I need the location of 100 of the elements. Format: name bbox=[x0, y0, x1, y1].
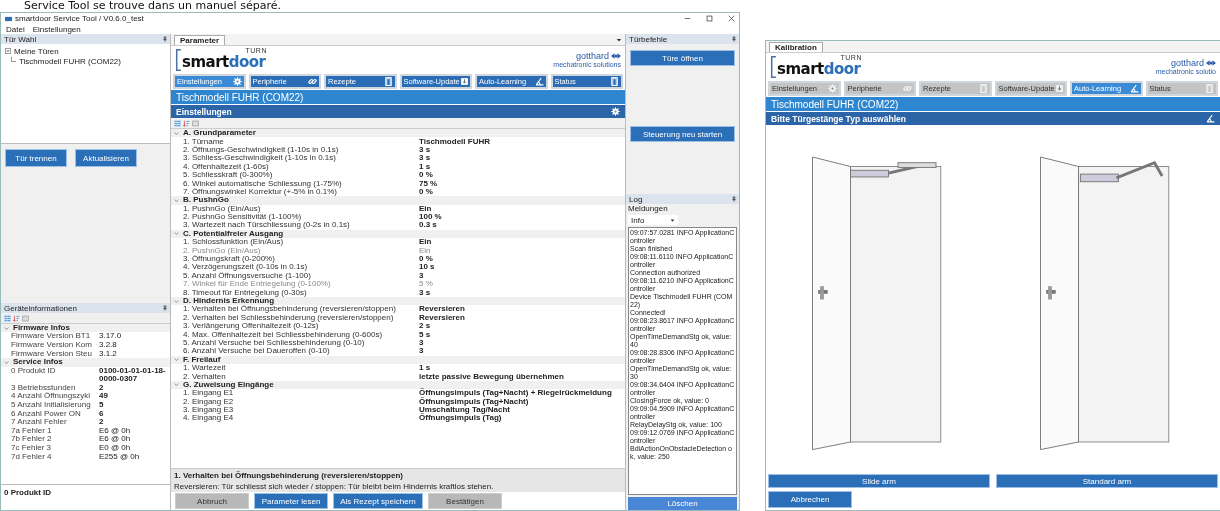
close-icon[interactable] bbox=[728, 15, 735, 22]
property-name: 1. Türname bbox=[183, 137, 224, 146]
pin-icon[interactable] bbox=[163, 36, 167, 42]
sort-icon[interactable] bbox=[183, 119, 190, 127]
property-name: 0 Produkt ID bbox=[11, 366, 57, 376]
property-value[interactable]: 1 s bbox=[419, 162, 431, 171]
document-tab[interactable]: Kalibration bbox=[769, 42, 823, 52]
option-button[interactable]: Standard arm bbox=[996, 474, 1218, 488]
sort-icon[interactable] bbox=[13, 314, 20, 322]
categorized-icon[interactable] bbox=[4, 314, 11, 322]
command-button[interactable]: Türe öffnen bbox=[630, 50, 735, 66]
property-name: 5. Anzahl Versuche bei Schliessbehinderung (0-10) bbox=[183, 338, 365, 347]
property-value[interactable]: 3 s bbox=[419, 145, 431, 154]
group-header: Service Infos bbox=[13, 358, 63, 367]
property-value[interactable]: 75 % bbox=[419, 179, 438, 188]
chevron-icon[interactable] bbox=[4, 325, 9, 331]
logo-bracket-icon bbox=[175, 47, 182, 72]
property-value[interactable]: 3 bbox=[419, 338, 424, 347]
angle-icon bbox=[534, 77, 544, 86]
door-icon bbox=[1205, 84, 1214, 93]
property-name: 7. Öffnungswinkel Korrektur (+-5% in 0.1%) bbox=[183, 187, 337, 196]
property-value[interactable]: Reversieren bbox=[419, 305, 465, 314]
property-name: 5. Anzahl Öffnungsversuche (1-100) bbox=[183, 271, 312, 280]
collapse-icon[interactable] bbox=[5, 48, 11, 54]
chevron-icon[interactable] bbox=[174, 357, 179, 363]
property-name: 1. PushnGo (Ein/Aus) bbox=[183, 204, 261, 213]
property-value[interactable]: 3 bbox=[419, 271, 424, 280]
property-name: 3 Betriebsstunden bbox=[11, 383, 77, 392]
door-icon bbox=[383, 77, 393, 86]
download-icon bbox=[459, 77, 469, 86]
property-value[interactable]: 0 % bbox=[419, 255, 433, 264]
property-value[interactable]: Tischmodell FUHR bbox=[419, 137, 490, 146]
chevron-icon[interactable] bbox=[174, 382, 179, 388]
command-button[interactable]: Steuerung neu starten bbox=[630, 126, 735, 142]
option-button[interactable]: Slide arm bbox=[768, 474, 990, 488]
page-heading: Service Tool se trouve dans un manuel séparé. bbox=[23, 0, 282, 12]
action-button[interactable]: Als Rezept speichern bbox=[333, 493, 423, 509]
property-value[interactable]: Ein bbox=[419, 238, 432, 247]
property-name: 7. Winkel für Ende Entriegelung (0-100%) bbox=[183, 280, 332, 289]
property-value[interactable]: 2 s bbox=[419, 322, 431, 331]
property-value[interactable]: 10 s bbox=[419, 263, 435, 272]
tree-item[interactable]: Meine Türen bbox=[14, 46, 59, 56]
chevron-icon[interactable] bbox=[4, 359, 9, 365]
property-value[interactable]: 3 bbox=[419, 347, 424, 356]
property-value[interactable]: Ein bbox=[419, 204, 432, 213]
property-pages-icon[interactable] bbox=[22, 314, 29, 322]
action-button[interactable]: Aktualisieren bbox=[75, 149, 137, 167]
pin-icon[interactable] bbox=[732, 36, 736, 42]
chevron-icon[interactable] bbox=[174, 130, 179, 136]
partner-logo: gotthard bbox=[575, 51, 609, 61]
property-value[interactable]: 3 s bbox=[419, 154, 431, 163]
property-value[interactable]: Umschaltung Tag/Nacht bbox=[419, 406, 510, 415]
property-value[interactable]: 0 % bbox=[419, 171, 433, 180]
caret-icon[interactable] bbox=[616, 36, 622, 43]
door-icon bbox=[610, 77, 619, 86]
pin-icon[interactable] bbox=[163, 305, 167, 311]
cancel-button[interactable]: Abbrechen bbox=[768, 490, 852, 508]
filter-dropdown[interactable]: Info bbox=[628, 215, 678, 225]
property-value[interactable]: Öffnungsimpuls (Tag) bbox=[419, 414, 502, 423]
property-value[interactable]: Reversieren bbox=[419, 313, 465, 322]
chain-link-icon bbox=[903, 84, 912, 93]
property-name: Firmware Version Steu bbox=[11, 349, 93, 359]
categorized-icon[interactable] bbox=[174, 119, 181, 127]
property-value[interactable]: 0.3 s bbox=[419, 221, 437, 230]
property-name: 2. PushnGo (Ein/Aus) bbox=[183, 246, 261, 255]
property-pages-icon[interactable] bbox=[192, 119, 199, 127]
property-value: E6 @ 0h bbox=[99, 426, 131, 436]
gear-icon bbox=[232, 77, 242, 86]
document-tab[interactable]: Parameter bbox=[174, 35, 226, 45]
property-name: 2. Öffnungs-Geschwindigkeit (1-10s in 0.1s) bbox=[183, 145, 340, 154]
property-name: 6. Anzahl Versuche bei Daueroffen (0-10) bbox=[183, 347, 330, 356]
action-button[interactable]: Tür trennen bbox=[5, 149, 67, 167]
chevron-icon[interactable] bbox=[174, 298, 179, 304]
property-value[interactable]: 100 % bbox=[419, 213, 442, 222]
property-value: 3.1.2 bbox=[99, 349, 117, 359]
chevron-icon[interactable] bbox=[174, 231, 179, 237]
property-name: 1. Eingang E1 bbox=[183, 389, 234, 398]
property-value: 49 bbox=[99, 392, 108, 401]
tree-item[interactable]: Tischmodell FUHR (COM22) bbox=[19, 56, 121, 66]
minimize-icon[interactable] bbox=[684, 15, 691, 22]
property-value[interactable]: Öffnungsimpuls (Tag+Nacht) + Riegelrückmeldung bbox=[419, 389, 612, 398]
property-name: 4. Eingang E4 bbox=[183, 414, 235, 423]
property-name: 7 Anzahl Fehler bbox=[11, 418, 68, 427]
group-header: C. Potentialfreier Ausgang bbox=[183, 229, 284, 238]
clear-button[interactable]: Löschen bbox=[628, 497, 737, 510]
chevron-icon[interactable] bbox=[174, 197, 179, 203]
pin-icon[interactable] bbox=[732, 196, 736, 202]
brand-logo: smartdoor bbox=[777, 60, 861, 78]
maximize-icon[interactable] bbox=[706, 15, 713, 22]
property-value[interactable]: 0 % bbox=[419, 187, 433, 196]
property-value[interactable]: 5 s bbox=[419, 330, 431, 339]
panel-title: Tür Wahl bbox=[4, 34, 37, 44]
menu-item[interactable]: Einstellungen bbox=[32, 24, 81, 34]
property-value[interactable]: Öffnungsimpuls (Tag+Nacht) bbox=[419, 397, 529, 406]
property-name: Firmware Version BT1 bbox=[11, 332, 92, 341]
property-value[interactable]: letzte passive Bewegung übernehmen bbox=[419, 372, 564, 381]
menu-item[interactable]: Datei bbox=[6, 24, 25, 34]
property-value[interactable]: 3 s bbox=[419, 288, 431, 297]
action-button[interactable]: Parameter lesen bbox=[254, 493, 328, 509]
property-value[interactable]: 1 s bbox=[419, 364, 431, 373]
